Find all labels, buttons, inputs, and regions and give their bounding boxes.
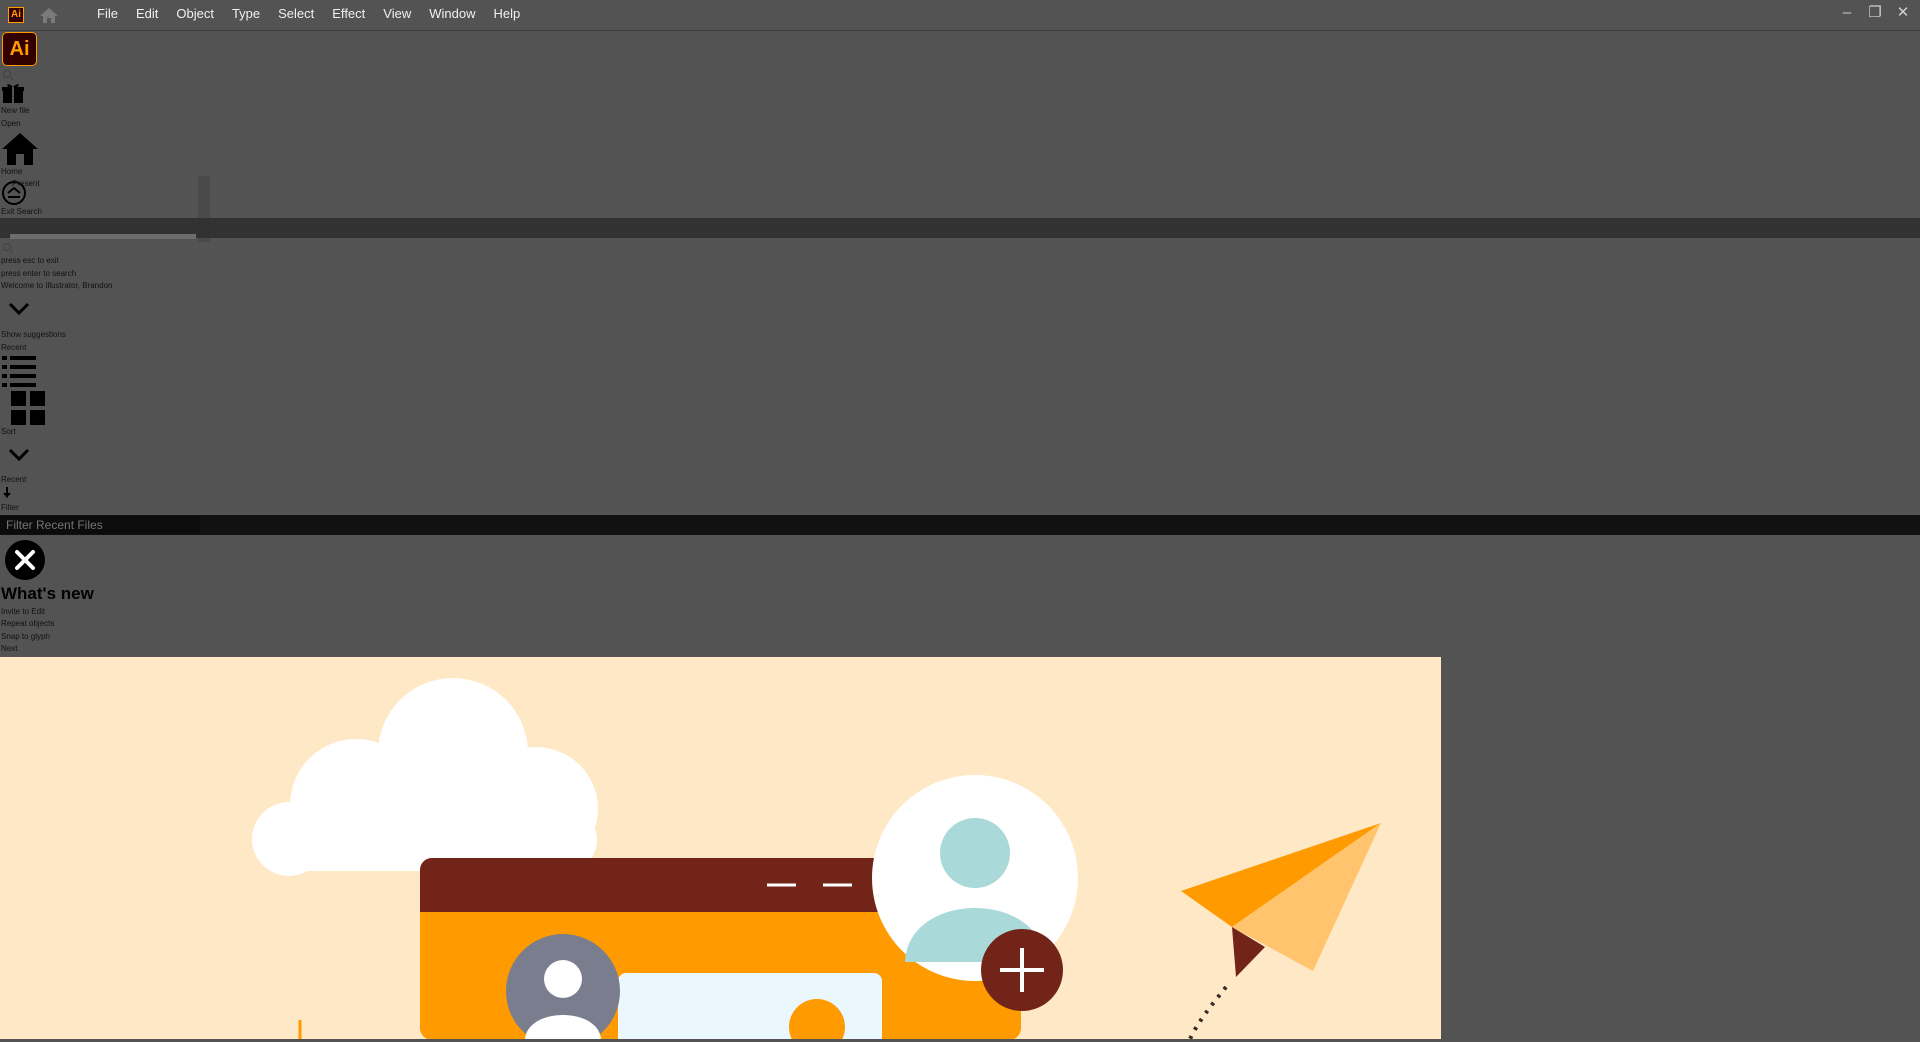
menu-bar: File Edit Object Type Select Effect View… [88,0,529,28]
menu-select[interactable]: Select [269,0,323,28]
restore-button[interactable]: ❐ [1864,2,1886,24]
press-esc-text: press esc to exit [1,256,59,265]
search-field-track[interactable] [10,234,196,239]
menu-object[interactable]: Object [167,0,223,28]
menu-help[interactable]: Help [484,0,529,28]
minimize-button[interactable]: – [1836,2,1858,24]
whats-new-item[interactable]: Invite to Edit [1,607,45,616]
search-bar-strip [0,218,1920,238]
close-circle-icon[interactable] [4,539,46,586]
close-button[interactable]: ✕ [1892,2,1914,24]
menu-file[interactable]: File [88,0,127,28]
whats-new-illustration [0,657,1441,1039]
home-label[interactable]: Home [1,167,22,176]
paper-plane-graphic [1181,823,1381,1039]
new-file-label[interactable]: New file [1,106,29,115]
sort-chevron-down-icon[interactable] [8,448,30,467]
title-bar: Ai File Edit Object Type Select Effect V… [0,0,1920,31]
show-suggestions-label[interactable]: Show suggestions [1,330,66,339]
grid-view-icon[interactable] [11,391,45,430]
home-nav-icon[interactable] [1,132,39,171]
next-button[interactable]: Next [1,644,17,653]
welcome-text: Welcome to Illustrator, Brandon [1,281,113,290]
new-file-icon[interactable] [2,82,24,109]
app-logo: Ai [2,32,37,66]
home-icon[interactable] [38,6,60,24]
list-view-icon[interactable] [2,355,36,392]
press-enter-text: press enter to search [1,269,77,278]
filter-label: Filter [1,503,19,512]
sort-value[interactable]: Recent [1,475,26,484]
sort-direction-icon[interactable] [1,486,13,504]
present-label[interactable]: Present [12,179,40,188]
chevron-down-icon[interactable] [8,302,30,321]
menu-type[interactable]: Type [223,0,269,28]
menu-window[interactable]: Window [420,0,484,28]
filter-bar [0,515,1920,535]
menu-view[interactable]: View [374,0,420,28]
cloud-graphic [252,678,598,876]
whats-new-item[interactable]: Snap to glyph [1,632,50,641]
menu-edit[interactable]: Edit [127,0,167,28]
menu-effect[interactable]: Effect [323,0,374,28]
exit-search-label[interactable]: Exit Search [1,207,42,216]
sort-label: Sort [1,427,16,436]
whats-new-item[interactable]: Repeat objects [1,619,54,628]
app-icon: Ai [8,7,24,23]
filter-recent-input[interactable] [0,516,200,534]
whats-new-title: What's new [1,584,94,603]
recent-heading: Recent [1,343,27,352]
open-label[interactable]: Open [1,119,21,128]
